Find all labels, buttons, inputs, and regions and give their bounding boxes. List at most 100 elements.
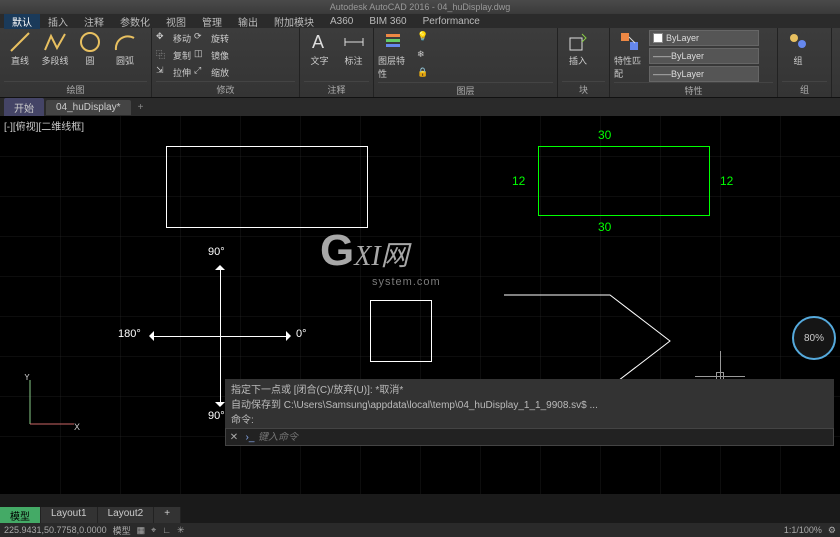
layer-lock-button[interactable]: 🔒: [417, 66, 431, 82]
title-bar: Autodesk AutoCAD 2016 - 04_huDisplay.dwg: [0, 0, 840, 14]
tab-annotate[interactable]: 注释: [76, 14, 112, 29]
svg-text:X: X: [74, 422, 80, 432]
panel-layers: 图层特性 💡 ❄ 🔒 图层: [374, 28, 558, 97]
layout-tab-2[interactable]: Layout2: [98, 507, 155, 523]
layout-tab-add[interactable]: +: [154, 507, 181, 523]
layer-props-button[interactable]: 图层特性: [378, 30, 410, 82]
matchprop-button[interactable]: 特性匹配: [614, 30, 646, 82]
command-input[interactable]: [258, 432, 833, 443]
dimension-left[interactable]: 12: [512, 174, 525, 188]
text-button[interactable]: A文字: [304, 30, 335, 81]
status-gear-icon[interactable]: ⚙: [828, 525, 836, 536]
layout-tabs: 模型 Layout1 Layout2 +: [0, 507, 181, 523]
tab-a360[interactable]: A360: [322, 16, 361, 27]
ribbon-tabs: 默认 插入 注释 参数化 视图 管理 输出 附加模块 A360 BIM 360 …: [0, 14, 840, 28]
tab-parametric[interactable]: 参数化: [112, 14, 158, 29]
status-polar-icon[interactable]: ✳: [177, 525, 185, 536]
layer-bulb-button[interactable]: 💡: [417, 30, 431, 46]
cmd-close-icon[interactable]: ✕: [226, 432, 242, 443]
status-grid-icon[interactable]: ▦: [137, 525, 146, 536]
color-dropdown[interactable]: ByLayer: [649, 30, 759, 46]
status-zoom[interactable]: 1:1/100%: [784, 525, 822, 536]
tab-view[interactable]: 视图: [158, 14, 194, 29]
status-bar: 225.9431,50.7758,0.0000 模型 ▦ ⌖ ∟ ✳ 1:1/1…: [0, 523, 840, 537]
status-coords: 225.9431,50.7758,0.0000: [4, 525, 107, 535]
file-tab-new[interactable]: +: [133, 102, 149, 113]
arc-button[interactable]: 圆弧: [109, 30, 141, 81]
entity-rectangle-green[interactable]: [538, 146, 710, 216]
panel-label-group: 组: [782, 81, 827, 97]
tab-manage[interactable]: 管理: [194, 14, 230, 29]
entity-arrow-polyline[interactable]: [500, 291, 680, 391]
scale-button[interactable]: ⤢缩放: [194, 64, 229, 80]
compass-east: 0°: [296, 328, 307, 340]
status-snap-icon[interactable]: ⌖: [151, 525, 156, 536]
nav-wheel[interactable]: 80%: [792, 316, 836, 360]
mirror-button[interactable]: ◫镜像: [194, 47, 229, 63]
panel-modify: ✥移动 ⿻复制 ⇲拉伸 ⟳旋转 ◫镜像 ⤢缩放 修改: [152, 28, 300, 97]
file-tab-active[interactable]: 04_huDisplay*: [46, 100, 131, 115]
dimension-icon: [342, 30, 366, 54]
group-button[interactable]: 组: [782, 30, 814, 81]
insert-button[interactable]: 插入: [562, 30, 594, 81]
panel-group: 组 组: [778, 28, 832, 97]
panel-label-annotate: 注释: [304, 81, 369, 97]
line-icon: [8, 30, 32, 54]
match-props-icon: [618, 30, 642, 54]
layer-freeze-button[interactable]: ❄: [417, 48, 431, 64]
svg-text:Y: Y: [24, 374, 30, 382]
scale-icon: ⤢: [194, 65, 208, 79]
tab-insert[interactable]: 插入: [40, 14, 76, 29]
status-ortho-icon[interactable]: ∟: [162, 525, 171, 535]
panel-block: 插入 块: [558, 28, 610, 97]
circle-button[interactable]: 圆: [74, 30, 106, 81]
tab-addons[interactable]: 附加模块: [266, 14, 322, 29]
line-button[interactable]: 直线: [4, 30, 36, 81]
compass-south: 90°: [208, 410, 225, 422]
window-title: Autodesk AutoCAD 2016 - 04_huDisplay.dwg: [330, 2, 510, 12]
lock-icon: 🔒: [417, 67, 431, 81]
cmd-prompt-icon: ›_: [242, 432, 258, 443]
viewport-label[interactable]: [-][俯视][二维线框]: [4, 118, 84, 133]
tab-performance[interactable]: Performance: [415, 16, 488, 27]
move-button[interactable]: ✥移动: [156, 30, 191, 46]
pline-button[interactable]: 多段线: [39, 30, 71, 81]
lineweight-dropdown[interactable]: —— ByLayer: [649, 48, 759, 64]
stretch-icon: ⇲: [156, 65, 170, 79]
ribbon: 直线 多段线 圆 圆弧 绘图 ✥移动 ⿻复制 ⇲拉伸 ⟳旋转 ◫镜像 ⤢缩放 修…: [0, 28, 840, 98]
linetype-dropdown[interactable]: —— ByLayer: [649, 66, 759, 82]
ucs-icon[interactable]: Y X: [20, 374, 80, 434]
panel-draw: 直线 多段线 圆 圆弧 绘图: [0, 28, 152, 97]
tab-bim360[interactable]: BIM 360: [361, 16, 414, 27]
entity-square[interactable]: [370, 300, 432, 362]
file-tab-start[interactable]: 开始: [4, 98, 44, 117]
dimension-right[interactable]: 12: [720, 174, 733, 188]
layout-tab-1[interactable]: Layout1: [41, 507, 98, 523]
move-icon: ✥: [156, 31, 170, 45]
rotate-button[interactable]: ⟳旋转: [194, 30, 229, 46]
copy-icon: ⿻: [156, 48, 170, 62]
tab-default[interactable]: 默认: [4, 14, 40, 29]
panel-label-block: 块: [562, 81, 605, 97]
command-history: 指定下一点或 [闭合(C)/放弃(U)]: *取消* 自动保存到 C:\User…: [225, 379, 834, 428]
layout-tab-model[interactable]: 模型: [0, 507, 41, 523]
panel-label-draw: 绘图: [4, 81, 147, 97]
status-space[interactable]: 模型: [113, 524, 131, 537]
group-icon: [786, 30, 810, 54]
stretch-button[interactable]: ⇲拉伸: [156, 64, 191, 80]
panel-properties: 特性匹配 ByLayer —— ByLayer —— ByLayer 特性: [610, 28, 778, 97]
dimension-button[interactable]: 标注: [338, 30, 369, 81]
command-input-row: ✕ ›_: [225, 428, 834, 446]
command-line: 指定下一点或 [闭合(C)/放弃(U)]: *取消* 自动保存到 C:\User…: [225, 379, 834, 446]
layers-icon: [382, 30, 406, 54]
drawing-canvas[interactable]: /* grid drawn via static elements below …: [0, 116, 840, 494]
dimension-top[interactable]: 30: [598, 128, 611, 142]
copy-button[interactable]: ⿻复制: [156, 47, 191, 63]
panel-annotate: A文字 标注 注释: [300, 28, 374, 97]
entity-rectangle-white[interactable]: [166, 146, 368, 228]
polyline-icon: [43, 30, 67, 54]
dimension-bottom[interactable]: 30: [598, 220, 611, 234]
tab-output[interactable]: 输出: [230, 14, 266, 29]
arc-icon: [113, 30, 137, 54]
circle-icon: [78, 30, 102, 54]
